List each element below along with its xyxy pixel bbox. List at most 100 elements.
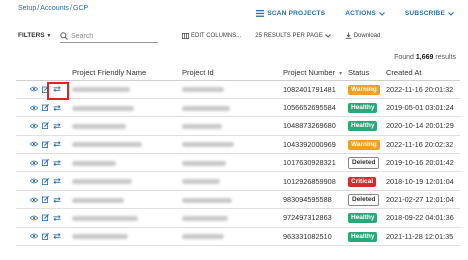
scan-projects-button[interactable]: SCAN PROJECTS [256, 10, 325, 17]
eye-icon[interactable] [30, 233, 38, 239]
cell-status: Critical [344, 171, 382, 191]
cell-created-at: 2021-02-27 12:01:04 [382, 190, 460, 210]
toolbar: FILTERS ▼ EDIT COLUMNS... 25 RESULTS PER… [18, 30, 454, 44]
cell-project-id-redacted [178, 80, 279, 99]
eye-icon[interactable] [30, 86, 38, 92]
row-actions [16, 116, 68, 136]
transfer-icon[interactable] [53, 141, 61, 148]
status-badge: Warning [348, 139, 380, 150]
search-input[interactable] [71, 32, 151, 40]
column-header-project-id[interactable]: Project Id [178, 66, 279, 81]
eye-icon[interactable] [30, 178, 38, 184]
edit-icon[interactable] [42, 177, 49, 185]
cell-created-at: 2018-10-19 12:01:04 [382, 171, 460, 191]
cell-project-id-redacted [178, 227, 279, 247]
eye-icon[interactable] [30, 105, 38, 111]
table-row[interactable]: 1012926859908 Critical 2018-10-19 12:01:04 [16, 171, 460, 191]
edit-icon[interactable] [42, 214, 49, 222]
cell-project-id-redacted [178, 98, 279, 118]
table-row[interactable]: 1043392000969 Warning 2022-11-16 20:02:32 [16, 135, 460, 155]
top-actions: SCAN PROJECTS ACTIONS SUBSCRIBE [256, 10, 454, 17]
cell-status: Healthy [344, 116, 382, 136]
cell-friendly-name-redacted [68, 116, 178, 136]
projects-table: Project Friendly Name Project Id Project… [16, 66, 460, 247]
table-row[interactable]: 1056652695584 Healthy 2019-05-01 03:01:24 [16, 98, 460, 118]
cell-friendly-name-redacted [68, 80, 178, 99]
eye-icon[interactable] [30, 215, 38, 221]
breadcrumb-accounts[interactable]: Accounts [40, 5, 69, 12]
chevron-down-icon [324, 33, 331, 38]
table-row[interactable]: 1082401791481 Warning 2022-11-16 20:01:32 [16, 80, 460, 99]
cell-project-number: 1017630928321 [279, 153, 344, 173]
cell-created-at: 2022-11-16 20:01:32 [382, 80, 460, 99]
transfer-icon[interactable] [53, 104, 61, 111]
edit-columns-button[interactable]: EDIT COLUMNS... [182, 32, 241, 39]
edit-icon[interactable] [42, 196, 49, 204]
breadcrumb-separator: / [37, 5, 40, 12]
eye-icon[interactable] [30, 141, 38, 147]
column-header-created-at[interactable]: Created At [382, 66, 460, 81]
cell-project-id-redacted [178, 153, 279, 173]
breadcrumb-gcp[interactable]: GCP [73, 5, 88, 12]
eye-icon[interactable] [30, 160, 38, 166]
status-badge: Healthy [348, 213, 378, 224]
cell-created-at: 2020-10-14 20:01:29 [382, 116, 460, 136]
row-actions [16, 208, 68, 228]
sort-down-icon: ▼ [338, 71, 344, 78]
cell-friendly-name-redacted [68, 208, 178, 228]
cell-friendly-name-redacted [68, 135, 178, 155]
edit-icon[interactable] [42, 85, 49, 93]
status-badge: Healthy [348, 231, 378, 242]
toolbar-right: EDIT COLUMNS... 25 RESULTS PER PAGE Down… [182, 32, 380, 39]
edit-icon[interactable] [42, 122, 49, 130]
columns-icon [182, 32, 189, 39]
results-per-page-dropdown[interactable]: 25 RESULTS PER PAGE [255, 32, 331, 39]
cell-project-number: 972497312863 [279, 208, 344, 228]
eye-icon[interactable] [30, 123, 38, 129]
filters-toggle[interactable]: FILTERS ▼ [18, 32, 51, 39]
cell-friendly-name-redacted [68, 98, 178, 118]
status-badge: Critical [348, 176, 377, 187]
transfer-icon[interactable] [53, 178, 61, 185]
column-header-friendly-name[interactable]: Project Friendly Name [68, 66, 178, 81]
breadcrumb: Setup/Accounts/GCP [18, 5, 88, 12]
row-actions [16, 190, 68, 210]
cell-project-id-redacted [178, 190, 279, 210]
row-actions [16, 135, 68, 155]
cell-project-number: 1048873269680 [279, 116, 344, 136]
transfer-icon[interactable] [53, 123, 61, 129]
eye-icon[interactable] [30, 197, 38, 203]
found-suffix: results [435, 54, 456, 61]
edit-icon[interactable] [42, 104, 49, 112]
table-row[interactable]: 983094595588 Deleted 2021-02-27 12:01:04 [16, 190, 460, 210]
edit-icon[interactable] [42, 232, 49, 240]
column-header-status[interactable]: Status [344, 66, 382, 81]
cell-project-number: 1012926859908 [279, 171, 344, 191]
cell-friendly-name-redacted [68, 190, 178, 210]
subscribe-dropdown[interactable]: SUBSCRIBE [405, 10, 454, 17]
cell-project-id-redacted [178, 171, 279, 191]
cell-status: Deleted [344, 153, 382, 173]
transfer-icon[interactable] [53, 159, 61, 166]
edit-icon[interactable] [42, 140, 49, 148]
transfer-icon[interactable] [53, 196, 61, 203]
status-badge: Deleted [348, 156, 380, 169]
edit-icon[interactable] [42, 159, 49, 167]
status-badge: Warning [348, 84, 380, 95]
table-row[interactable]: 1017630928321 Deleted 2019-10-16 20:01:42 [16, 153, 460, 173]
transfer-icon[interactable] [53, 233, 61, 240]
cell-created-at: 2019-05-01 03:01:24 [382, 98, 460, 118]
column-header-project-number[interactable]: Project Number ▼ [279, 66, 344, 81]
transfer-icon[interactable] [53, 86, 61, 93]
table-row[interactable]: 963331082510 Healthy 2021-11-28 12:01:35 [16, 227, 460, 247]
download-button[interactable]: Download [345, 32, 380, 39]
breadcrumb-setup[interactable]: Setup [18, 5, 36, 12]
search-icon [60, 32, 68, 40]
cell-status: Healthy [344, 208, 382, 228]
actions-dropdown[interactable]: ACTIONS [345, 10, 385, 17]
cell-project-number: 1043392000969 [279, 135, 344, 155]
table-row[interactable]: 972497312863 Healthy 2018-09-22 04:01:36 [16, 208, 460, 228]
row-actions [16, 80, 68, 99]
table-row[interactable]: 1048873269680 Healthy 2020-10-14 20:01:29 [16, 116, 460, 136]
transfer-icon[interactable] [53, 215, 61, 221]
